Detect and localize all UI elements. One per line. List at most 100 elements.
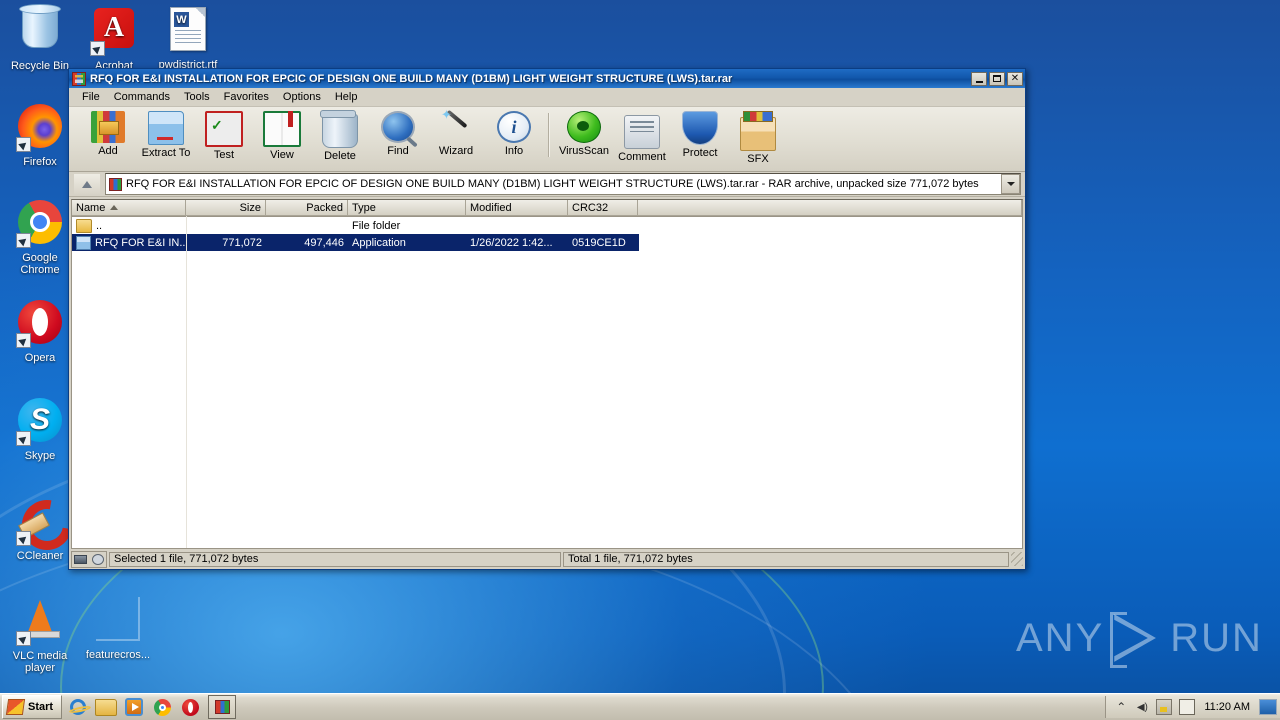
toolbar-sfx-button[interactable]: SFX [729, 111, 787, 165]
network-icon[interactable] [1156, 699, 1173, 715]
show-desktop-button[interactable] [1259, 699, 1277, 715]
desktop-icon-ccleaner[interactable]: CCleaner [4, 494, 76, 562]
close-button[interactable]: ✕ [1007, 71, 1023, 86]
toolbar-view-button[interactable]: View [253, 111, 311, 161]
chevron-down-icon[interactable] [1001, 174, 1020, 194]
action-center-flag-icon[interactable] [1179, 699, 1196, 715]
up-one-level-button[interactable] [73, 173, 101, 195]
toolbar-info-button[interactable]: Info [485, 111, 543, 157]
desktop-icon-pwdistrict-rtf[interactable]: W pwdistrict.rtf [152, 4, 224, 71]
toolbar-find-button[interactable]: Find [369, 111, 427, 157]
ccleaner-icon [16, 498, 64, 546]
column-header-modified[interactable]: Modified [466, 200, 568, 216]
archive-path-combobox[interactable]: RFQ FOR E&I INSTALLATION FOR EPCIC OF DE… [105, 173, 1021, 195]
add-icon [91, 111, 125, 143]
minimize-button[interactable] [971, 71, 987, 86]
toolbar-comment-button[interactable]: Comment [613, 111, 671, 163]
watermark-run: RUN [1170, 615, 1263, 660]
column-header-packed[interactable]: Packed [266, 200, 348, 216]
menu-tools[interactable]: Tools [177, 90, 217, 104]
cell-type: File folder [352, 219, 401, 232]
column-header-crc32[interactable]: CRC32 [568, 200, 638, 216]
skype-icon [16, 398, 64, 446]
table-row[interactable]: RFQ FOR E&I IN... 771,072 497,446 Applic… [72, 234, 639, 251]
desktop-icon-firefox[interactable]: Firefox [4, 102, 76, 168]
test-icon [205, 111, 243, 147]
start-button[interactable]: Start [2, 695, 63, 719]
toolbar-label: VirusScan [559, 145, 609, 157]
file-rows: .. File folder RFQ FOR E&I IN... 771,072… [72, 217, 1022, 548]
desktop-icon-skype[interactable]: Skype [4, 396, 76, 462]
desktop-icon-vlc[interactable]: VLC media player [4, 594, 76, 674]
toolbar-delete-button[interactable]: Delete [311, 110, 369, 162]
column-label: Packed [306, 201, 343, 214]
toolbar-virusscan-button[interactable]: VirusScan [555, 111, 613, 157]
toolbar-separator [548, 113, 550, 157]
winrar-window: RFQ FOR E&I INSTALLATION FOR EPCIC OF DE… [68, 68, 1026, 570]
resize-grip[interactable] [1011, 552, 1023, 566]
chrome-icon [153, 698, 171, 716]
column-header-size[interactable]: Size [186, 200, 266, 216]
toolbar-label: Delete [324, 150, 356, 162]
toolbar-label: View [270, 149, 294, 161]
cell-size: 771,072 [222, 236, 262, 249]
toolbar-add-button[interactable]: Add [79, 111, 137, 157]
opera-icon [16, 300, 64, 348]
column-header-type[interactable]: Type [348, 200, 466, 216]
desktop-icon-opera[interactable]: Opera [4, 298, 76, 364]
vlc-icon [16, 598, 64, 646]
watermark-any: ANY [1016, 615, 1105, 660]
protect-icon [682, 111, 718, 145]
desktop-icon-label: Opera [24, 352, 56, 364]
desktop-icon-featurecross[interactable]: featurecros... [82, 594, 154, 661]
show-hidden-icons-icon[interactable] [1114, 700, 1128, 714]
windows-flag-icon [5, 699, 26, 715]
maximize-button[interactable] [989, 71, 1005, 86]
file-list: Name Size Packed Type Modified CRC32 .. … [71, 199, 1023, 549]
column-label: Modified [470, 201, 512, 214]
toolbar-label: Extract To [141, 147, 191, 159]
taskbar-button-winrar[interactable] [208, 695, 237, 719]
status-selected-text: Selected 1 file, 771,072 bytes [109, 551, 561, 567]
quicklaunch-windows-media-player[interactable] [122, 696, 146, 718]
wizard-icon [439, 107, 473, 143]
toolbar-test-button[interactable]: Test [195, 111, 253, 161]
internet-explorer-icon [70, 699, 87, 715]
toolbar-protect-button[interactable]: Protect [671, 111, 729, 159]
toolbar-wizard-button[interactable]: Wizard [427, 107, 485, 157]
system-tray: 11:20 AM [1105, 696, 1280, 718]
desktop-icon-recycle-bin[interactable]: Recycle Bin [4, 4, 76, 72]
menu-favorites[interactable]: Favorites [217, 90, 276, 104]
chrome-icon [16, 200, 64, 248]
volume-icon[interactable] [1135, 700, 1149, 714]
toolbar-extract-to-button[interactable]: Extract To [137, 111, 195, 159]
folder-icon [76, 218, 92, 233]
desktop-icon-label: Firefox [23, 156, 57, 168]
play-triangle-icon [1110, 612, 1164, 668]
menu-options[interactable]: Options [276, 90, 328, 104]
table-row[interactable]: .. File folder [72, 217, 1022, 234]
quicklaunch-windows-explorer[interactable] [94, 696, 118, 718]
arrow-up-icon [82, 180, 92, 188]
disc-icon [91, 553, 104, 565]
folder-icon [95, 698, 118, 716]
toolbar-label: Add [98, 145, 118, 157]
desktop-icon-acrobat[interactable]: Acrobat [78, 4, 150, 72]
toolbar-label: Protect [682, 147, 718, 159]
toolbar-label: Info [504, 145, 524, 157]
window-title: RFQ FOR E&I INSTALLATION FOR EPCIC OF DE… [90, 72, 733, 85]
cell-crc32: 0519CE1D [572, 236, 626, 249]
menu-help[interactable]: Help [328, 90, 365, 104]
clock[interactable]: 11:20 AM [1202, 701, 1252, 713]
window-titlebar[interactable]: RFQ FOR E&I INSTALLATION FOR EPCIC OF DE… [69, 69, 1025, 88]
menu-file[interactable]: File [75, 90, 107, 104]
quicklaunch-opera[interactable] [178, 696, 202, 718]
info-icon [497, 111, 531, 143]
quicklaunch-chrome[interactable] [150, 696, 174, 718]
desktop-icon-label: CCleaner [16, 550, 64, 562]
quicklaunch-internet-explorer[interactable] [66, 696, 90, 718]
start-label: Start [28, 701, 54, 713]
column-header-name[interactable]: Name [72, 200, 186, 216]
menu-commands[interactable]: Commands [107, 90, 177, 104]
desktop-icon-google-chrome[interactable]: Google Chrome [4, 198, 76, 276]
